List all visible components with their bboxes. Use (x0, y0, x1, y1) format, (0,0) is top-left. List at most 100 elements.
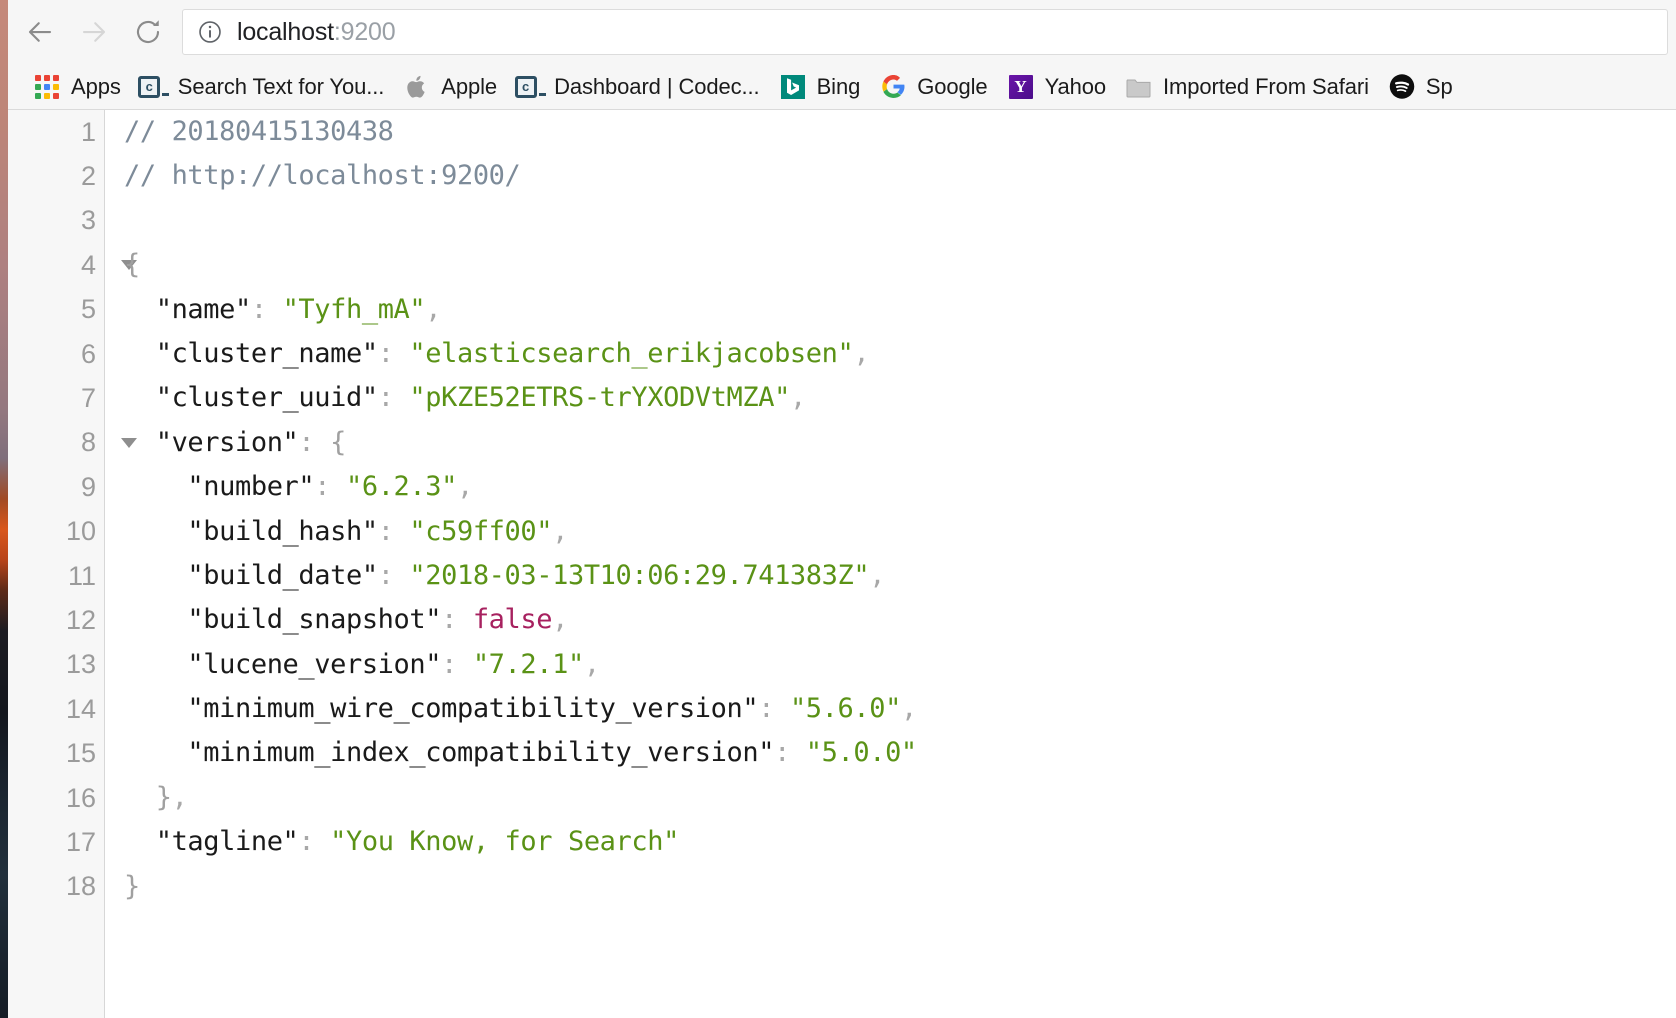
gutter-row: 1 (8, 110, 104, 154)
gutter-row: 5 (8, 288, 104, 332)
line-number: 17 (65, 826, 96, 857)
token-punct: , (456, 471, 473, 503)
bookmark-dashboard-codecademy[interactable]: c Dashboard | Codec... (509, 67, 768, 107)
bookmark-yahoo[interactable]: Y Yahoo (1000, 67, 1114, 107)
token-punct: , (425, 293, 442, 325)
spotify-icon (1389, 74, 1415, 100)
bookmark-spotify[interactable]: Sp (1381, 67, 1461, 107)
token-string: "5.6.0" (789, 693, 901, 725)
token-key: "number" (124, 471, 315, 503)
token-punct: : (314, 471, 346, 503)
token-key: "build_snapshot" (124, 604, 442, 636)
code-line: "number": "6.2.3", (106, 465, 1676, 509)
reload-button[interactable] (124, 8, 172, 56)
browser-chrome: localhost:9200 Apps c Search Text for Yo… (8, 0, 1676, 110)
line-number: 15 (65, 738, 96, 769)
token-punct: , (900, 693, 917, 725)
bookmark-apple[interactable]: Apple (396, 67, 505, 107)
line-number: 12 (65, 604, 96, 635)
back-button[interactable] (16, 8, 64, 56)
token-brace: } (124, 781, 172, 813)
code-content[interactable]: // 20180415130438 // http://localhost:920… (106, 110, 1676, 1018)
code-line: }, (106, 776, 1676, 820)
line-number: 13 (65, 649, 96, 680)
forward-button[interactable] (70, 8, 118, 56)
token-punct: : (774, 737, 806, 769)
line-number: 7 (80, 383, 96, 414)
bookmark-google[interactable]: Google (872, 67, 995, 107)
bookmark-label: Dashboard | Codec... (554, 73, 760, 99)
token-punct: , (789, 382, 806, 414)
code-line: // 20180415130438 (106, 110, 1676, 154)
code-line: "lucene_version": "7.2.1", (106, 643, 1676, 687)
gutter-row: 2 (8, 154, 104, 198)
gutter-row: 11 (8, 554, 104, 598)
token-punct: : (441, 648, 473, 680)
line-number: 14 (65, 693, 96, 724)
line-number: 3 (80, 205, 96, 236)
line-number: 2 (80, 161, 96, 192)
bookmark-label: Search Text for You... (177, 73, 385, 99)
token-key: "cluster_uuid" (124, 382, 378, 414)
token-string: "5.0.0" (805, 737, 917, 769)
bookmarks-bar: Apps c Search Text for You... Apple c Da… (8, 64, 1676, 110)
gutter-row: 17 (8, 820, 104, 864)
gutter-row: 3 (8, 199, 104, 243)
token-punct: : (377, 337, 410, 369)
code-line: "minimum_wire_compatibility_version": "5… (106, 687, 1676, 731)
token-comment: // 20180415130438 (124, 116, 394, 147)
token-string: "pKZE52ETRS-trYXODVtMZA" (409, 382, 790, 414)
bing-icon (780, 74, 806, 100)
token-punct: : (377, 559, 410, 591)
token-key: "minimum_wire_compatibility_version" (124, 693, 759, 725)
yahoo-icon: Y (1008, 74, 1034, 100)
bookmark-label: Yahoo (1044, 73, 1107, 99)
token-punct: , (552, 604, 568, 636)
codecademy-icon: c (514, 74, 546, 100)
code-line: "minimum_index_compatibility_version": "… (106, 731, 1676, 775)
token-punct: , (552, 515, 568, 547)
url-host: localhost (237, 17, 334, 46)
token-punct: , (583, 648, 600, 680)
token-string: "You Know, for Search" (330, 826, 679, 858)
reload-icon (136, 20, 160, 44)
token-brace: } (124, 870, 140, 902)
line-number: 11 (67, 560, 96, 591)
token-string: "2018-03-13T10:06:29.741383Z" (409, 559, 870, 591)
bookmark-folder-imported-from-safari[interactable]: Imported From Safari (1118, 67, 1377, 107)
token-punct: : (758, 693, 790, 725)
bookmark-label: Imported From Safari (1163, 73, 1369, 99)
apps-grid-icon (34, 74, 60, 100)
token-punct: : (298, 826, 331, 858)
gutter-row: 4 (8, 243, 137, 287)
line-number: 1 (80, 116, 96, 147)
apple-icon (404, 74, 430, 100)
arrow-right-icon (82, 22, 106, 42)
site-information-icon[interactable] (197, 19, 223, 45)
desktop-wallpaper-sliver (0, 0, 8, 1018)
code-line: "cluster_name": "elasticsearch_erikjacob… (106, 332, 1676, 376)
code-line: { (106, 243, 1676, 287)
url-text: localhost:9200 (237, 17, 396, 47)
token-key: "tagline" (124, 826, 299, 858)
gutter-row: 16 (8, 776, 104, 820)
token-punct: : (377, 382, 410, 414)
line-number: 9 (80, 471, 96, 502)
token-key: "minimum_index_compatibility_version" (124, 737, 775, 769)
bookmark-label: Sp (1425, 73, 1453, 99)
bookmark-apps[interactable]: Apps (26, 67, 129, 107)
arrow-left-icon (28, 22, 52, 42)
bookmark-label: Apple (441, 73, 498, 99)
token-punct: , (171, 781, 188, 813)
address-bar[interactable]: localhost:9200 (182, 9, 1668, 55)
bookmark-bing[interactable]: Bing (772, 67, 869, 107)
token-brace: { (124, 249, 140, 281)
line-number: 10 (65, 516, 96, 547)
code-line: // http://localhost:9200/ (106, 154, 1676, 198)
gutter-row: 14 (8, 687, 104, 731)
bookmark-search-text-for-you[interactable]: c Search Text for You... (133, 67, 393, 107)
code-line: "tagline": "You Know, for Search" (106, 820, 1676, 864)
browser-toolbar: localhost:9200 (8, 0, 1676, 64)
gutter-row: 8 (8, 421, 137, 465)
